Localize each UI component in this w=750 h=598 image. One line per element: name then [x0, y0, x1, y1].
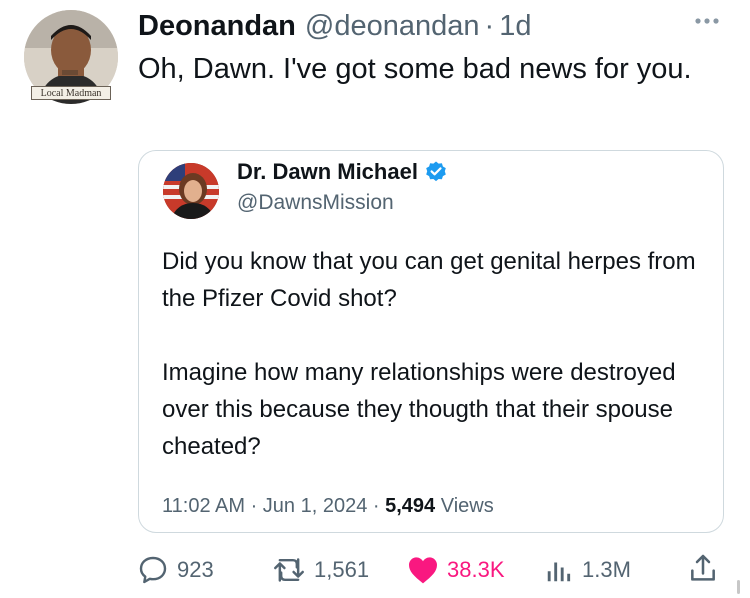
repost-button[interactable]: 1,561	[272, 550, 369, 590]
repost-count: 1,561	[314, 557, 370, 582]
like-count: 38.3K	[447, 557, 505, 582]
quote-author-handle[interactable]: @DawnsMission	[237, 191, 394, 215]
tweet-text: Oh, Dawn. I've got some bad news for you…	[138, 53, 692, 85]
author-name[interactable]: Deonandan	[138, 10, 296, 43]
verified-icon	[426, 161, 446, 182]
quote-author-avatar[interactable]	[163, 163, 219, 219]
reply-count: 923	[177, 557, 214, 582]
views-button[interactable]: 1.3M	[544, 550, 631, 590]
more-icon[interactable]	[692, 11, 722, 31]
repost-icon	[274, 558, 304, 582]
separator-dot: ·	[484, 9, 495, 42]
scrollbar[interactable]	[737, 580, 740, 594]
quote-views-label: Views	[435, 495, 494, 517]
share-icon	[691, 554, 715, 581]
reply-icon	[139, 556, 167, 584]
like-button[interactable]: 38.3K	[407, 550, 505, 590]
quote-timestamp[interactable]: 11:02 AM · Jun 1, 2024 ·	[162, 495, 385, 517]
avatar-badge: Local Madman	[31, 86, 111, 100]
like-icon	[409, 557, 437, 584]
action-bar: 923 1,561 38.3K 1.3M	[0, 550, 750, 590]
quote-paragraph: Did you know that you can get genital he…	[162, 248, 696, 312]
quoted-tweet[interactable]: Dr. Dawn Michael @DawnsMission Did you k…	[138, 150, 724, 533]
quote-name-row: Dr. Dawn Michael	[237, 159, 448, 185]
share-button[interactable]	[688, 552, 718, 589]
views-icon	[547, 562, 571, 582]
tweet-header: Deonandan @deonandan · 1d	[138, 4, 531, 48]
tweet-time[interactable]: 1d	[499, 10, 531, 43]
quote-text: Did you know that you can get genital he…	[162, 243, 702, 502]
author-handle[interactable]: @deonandan	[305, 10, 480, 43]
quote-meta: 11:02 AM · Jun 1, 2024 · 5,494 Views	[162, 495, 494, 518]
reply-button[interactable]: 923	[137, 550, 214, 590]
quote-paragraph: Imagine how many relationships were dest…	[162, 359, 676, 460]
views-count: 1.3M	[582, 557, 631, 582]
quote-author-name[interactable]: Dr. Dawn Michael	[237, 159, 418, 185]
quote-views-count: 5,494	[385, 495, 436, 517]
